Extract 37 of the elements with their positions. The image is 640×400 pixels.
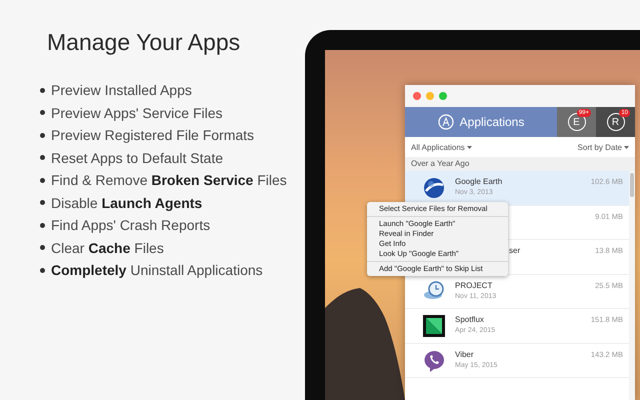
feature-text: Reset Apps to Default State bbox=[51, 150, 223, 166]
bullet-icon bbox=[40, 245, 45, 250]
sort-dropdown[interactable]: Sort by Date bbox=[578, 142, 629, 152]
feature-text: Preview Apps' Service Files bbox=[51, 104, 223, 120]
phone-icon bbox=[423, 350, 445, 372]
bullet-icon bbox=[40, 268, 45, 272]
filter-dropdown[interactable]: All Applications bbox=[411, 142, 472, 152]
bullet-icon bbox=[40, 200, 45, 205]
caret-icon bbox=[466, 146, 472, 148]
bullet-icon bbox=[40, 132, 45, 138]
scrollbar[interactable] bbox=[629, 171, 635, 400]
clock-icon bbox=[423, 280, 445, 300]
feature-text: Find Apps' Crash Reports bbox=[51, 217, 210, 233]
app-name: Viber bbox=[455, 350, 475, 358]
bullet-icon bbox=[40, 222, 45, 228]
feature-text: Disable Launch Agents bbox=[51, 194, 202, 210]
app-name: ser bbox=[509, 246, 522, 255]
app-logo-icon bbox=[423, 315, 445, 337]
feature-text: Clear Cache Files bbox=[51, 240, 164, 256]
bullet-icon bbox=[40, 110, 45, 115]
app-name: Spotflux bbox=[455, 315, 485, 324]
tab-label: Applications bbox=[460, 115, 524, 129]
section-header: Over a Year Ago bbox=[405, 157, 635, 171]
bullet-icon bbox=[40, 88, 45, 92]
page-heading: Manage Your Apps bbox=[47, 29, 242, 56]
bullet-icon bbox=[40, 155, 45, 160]
app-store-icon bbox=[438, 114, 454, 130]
app-name: Google Earth bbox=[455, 177, 504, 186]
feature-text: Preview Installed Apps bbox=[51, 82, 192, 98]
caret-icon bbox=[624, 146, 629, 148]
feature-text: Find & Remove Broken Service Files bbox=[51, 172, 287, 188]
feature-text: Completely Uninstall Applications bbox=[51, 262, 263, 278]
feature-text: Preview Registered File Formats bbox=[51, 127, 254, 143]
app-name: PROJECT bbox=[455, 280, 494, 290]
globe-icon bbox=[423, 177, 445, 199]
tab[interactable]: Applications bbox=[405, 107, 557, 137]
bullet-icon bbox=[40, 178, 45, 182]
